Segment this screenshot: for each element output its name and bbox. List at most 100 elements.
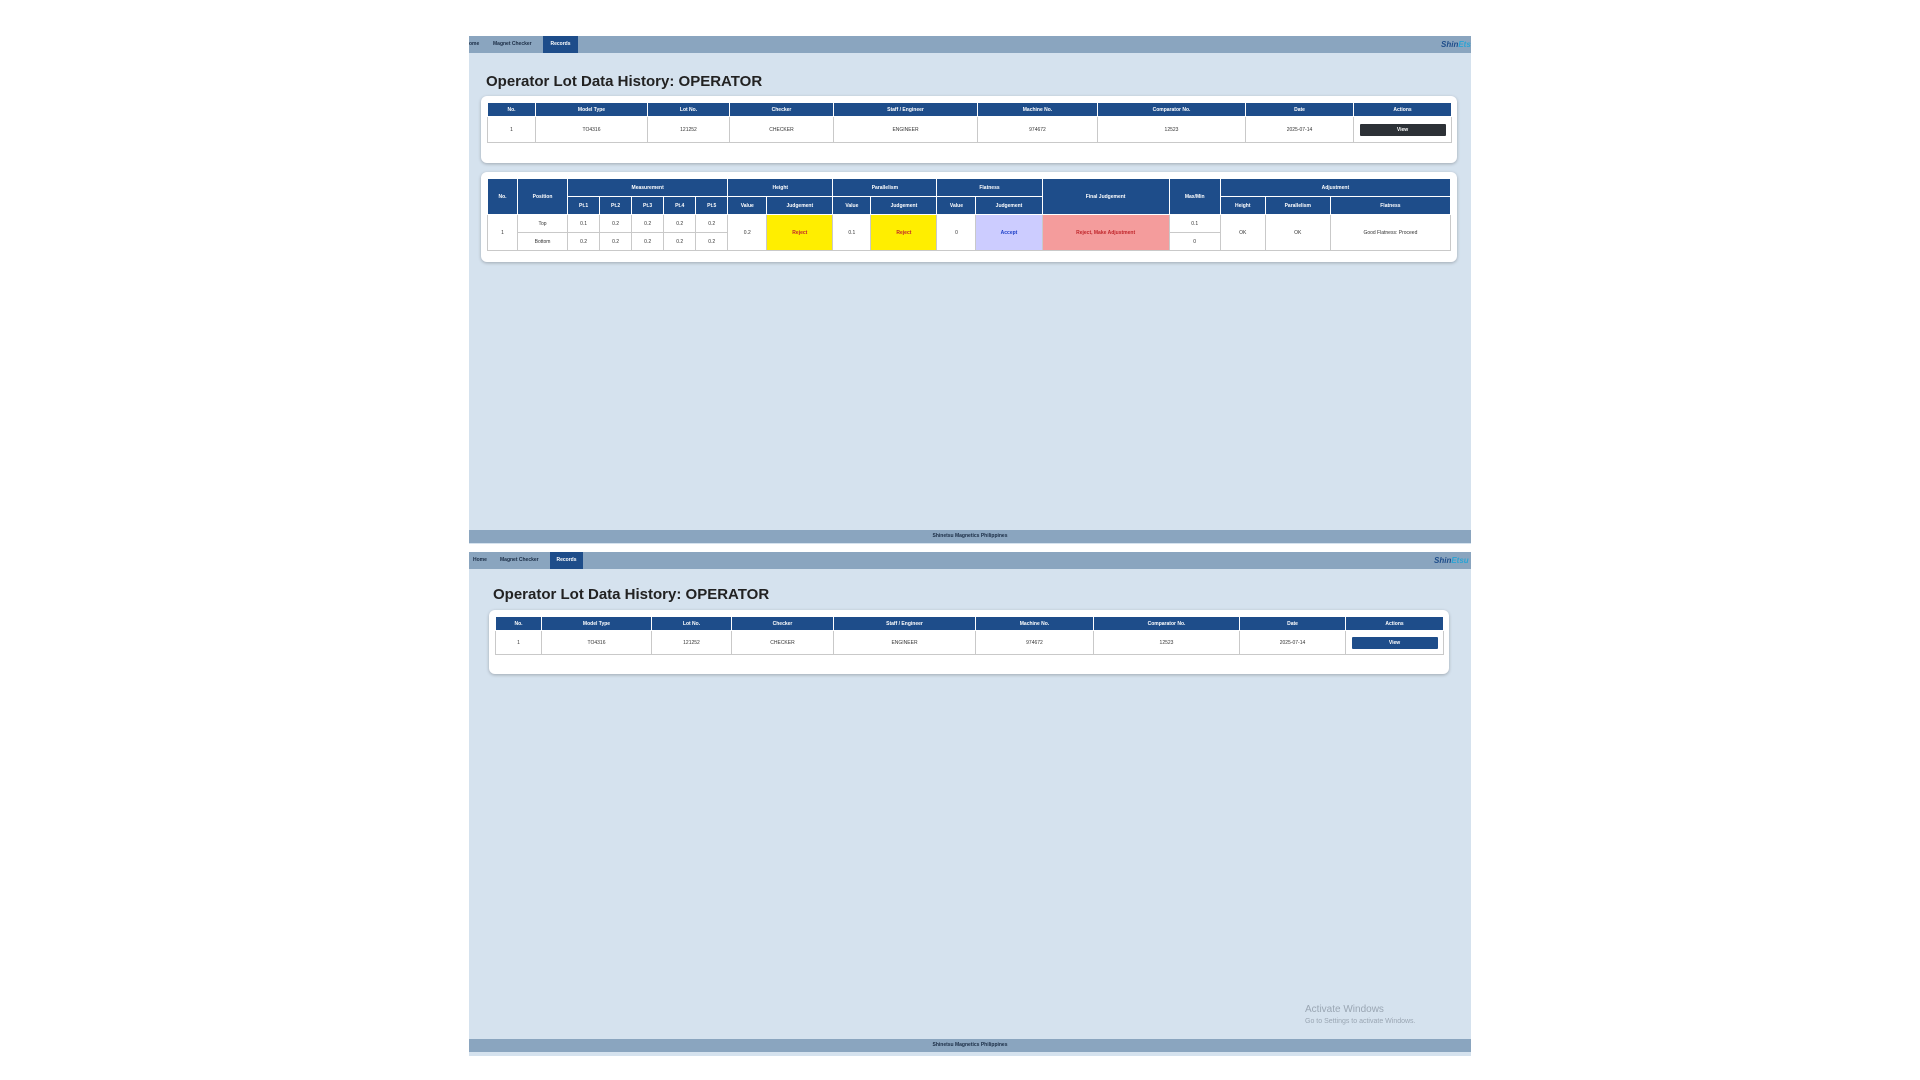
table-row: 1 TO4316 121252 CHECKER ENGINEER 974672 … xyxy=(487,116,1452,143)
cell-top-pt5: 0.2 xyxy=(695,214,729,233)
table-row-top: 1 Top 0.1 0.2 0.2 0.2 0.2 0.2 Reject 0.1… xyxy=(486,214,1452,251)
cell-height-judgement: Reject xyxy=(766,214,834,251)
nav-records[interactable]: Records xyxy=(550,552,583,569)
table-row: 1 TO4316 121252 CHECKER ENGINEER 974672 … xyxy=(495,630,1444,655)
cell-machine-no: 974672 xyxy=(977,116,1098,143)
cell-staff-engineer: ENGINEER xyxy=(833,116,978,143)
cell-comparator-no: 12523 xyxy=(1093,630,1240,655)
cell-date: 2025-07-14 xyxy=(1239,630,1346,655)
cell-adj-parallelism: OK xyxy=(1264,214,1331,251)
col-pt3: Pt.3 xyxy=(631,196,665,215)
col-adj-flatness: Flatness xyxy=(1329,196,1452,215)
cell-adj-flatness: Good Flatness: Proceed xyxy=(1329,214,1452,251)
lot-table-card: No. Model Type Lot No. Checker Staff / E… xyxy=(481,96,1457,163)
cell-top-pt3: 0.2 xyxy=(631,214,665,233)
cell-lot-no: 121252 xyxy=(647,116,730,143)
cell-no: 1 xyxy=(495,630,542,655)
cell-actions: View xyxy=(1345,630,1444,655)
col-staff-engineer: Staff / Engineer xyxy=(833,102,978,117)
cell-flatness-value: 0 xyxy=(936,214,977,251)
col-parallelism: Parallelism xyxy=(832,178,938,197)
col-parallelism-value: Value xyxy=(832,196,872,215)
col-adjustment: Adjustment xyxy=(1219,178,1452,197)
watermark-title: Activate Windows xyxy=(1305,1004,1384,1015)
col-height: Height xyxy=(727,178,834,197)
cell-position-top: Top xyxy=(517,214,569,233)
col-staff-engineer: Staff / Engineer xyxy=(833,616,976,631)
col-height-judgement: Judgement xyxy=(766,196,834,215)
nav-magnet-checker[interactable]: Magnet Checker xyxy=(500,552,550,569)
detail-table: No. Position Measurement Height Parallel… xyxy=(486,178,1452,251)
col-flatness: Flatness xyxy=(936,178,1043,197)
cell-no: 1 xyxy=(487,116,536,143)
col-no: No. xyxy=(487,102,536,117)
col-adj-parallelism: Parallelism xyxy=(1264,196,1331,215)
lot-table-card: No. Model Type Lot No. Checker Staff / E… xyxy=(489,610,1449,674)
view-button[interactable]: View xyxy=(1351,636,1438,649)
col-lot-no: Lot No. xyxy=(647,102,730,117)
col-adj-height: Height xyxy=(1219,196,1266,215)
nav-home[interactable]: ome xyxy=(469,36,485,53)
cell-no: 1 xyxy=(486,214,519,251)
col-no: No. xyxy=(495,616,542,631)
detail-table-card: No. Position Measurement Height Parallel… xyxy=(481,172,1457,262)
col-pt2: Pt.2 xyxy=(599,196,633,215)
page-title: Operator Lot Data History: OPERATOR xyxy=(486,73,763,90)
brand-logo-part1: Shin xyxy=(1441,40,1459,49)
nav-home[interactable]: Home xyxy=(473,552,495,569)
cell-flatness-judgement: Accept xyxy=(975,214,1043,251)
cell-top-pt2: 0.2 xyxy=(599,214,633,233)
brand-logo-part2: Etsu xyxy=(1451,556,1469,565)
nav-magnet-checker[interactable]: Magnet Checker xyxy=(493,36,543,53)
cell-parallelism-value: 0.1 xyxy=(832,214,872,251)
col-max-min: Max/Min xyxy=(1168,178,1221,215)
top-nav: Home Magnet Checker Records ShinEtsu xyxy=(469,552,1471,569)
cell-top-pt4: 0.2 xyxy=(663,214,697,233)
col-flatness-value: Value xyxy=(936,196,977,215)
brand-logo: ShinEtsu xyxy=(1441,36,1471,53)
brand-logo-part1: Shin xyxy=(1434,556,1452,565)
col-height-value: Value xyxy=(727,196,768,215)
view-button[interactable]: View xyxy=(1359,123,1446,136)
lot-table-header: No. Model Type Lot No. Checker Staff / E… xyxy=(487,102,1452,117)
col-position: Position xyxy=(517,178,569,215)
cell-adj-height: OK xyxy=(1219,214,1266,251)
col-no: No. xyxy=(486,178,519,215)
cell-position-bottom: Bottom xyxy=(517,232,569,251)
detail-header-sub: Pt.1 Pt.2 Pt.3 Pt.4 Pt.5 Value Judgement… xyxy=(488,196,1452,215)
col-comparator-no: Comparator No. xyxy=(1093,616,1240,631)
cell-staff-engineer: ENGINEER xyxy=(833,630,976,655)
cell-model-type: TO4316 xyxy=(535,116,648,143)
col-pt1: Pt.1 xyxy=(567,196,601,215)
cell-checker: CHECKER xyxy=(729,116,834,143)
footer: Shinetsu Magnetics Philippines xyxy=(469,1039,1471,1052)
cell-bottom-pt1: 0.2 xyxy=(567,232,601,251)
lot-table: No. Model Type Lot No. Checker Staff / E… xyxy=(495,616,1444,655)
cell-model-type: TO4316 xyxy=(541,630,652,655)
cell-bottom-pt5: 0.2 xyxy=(695,232,729,251)
footer: Shinetsu Magnetics Philippines xyxy=(469,530,1471,543)
nav-records[interactable]: Records xyxy=(543,36,578,53)
records-screen-2: Home Magnet Checker Records ShinEtsu Ope… xyxy=(469,552,1471,1056)
cell-max-min-bottom: 0 xyxy=(1168,232,1221,251)
records-screen-1: ome Magnet Checker Records ShinEtsu Oper… xyxy=(469,36,1471,544)
col-machine-no: Machine No. xyxy=(975,616,1094,631)
cell-lot-no: 121252 xyxy=(651,630,732,655)
col-measurement: Measurement xyxy=(567,178,729,197)
col-checker: Checker xyxy=(731,616,834,631)
watermark-subtitle: Go to Settings to activate Windows. xyxy=(1305,1018,1416,1025)
brand-logo: ShinEtsu xyxy=(1434,552,1469,569)
col-date: Date xyxy=(1245,102,1354,117)
cell-top-pt1: 0.1 xyxy=(567,214,601,233)
col-comparator-no: Comparator No. xyxy=(1097,102,1246,117)
lot-table: No. Model Type Lot No. Checker Staff / E… xyxy=(487,102,1452,143)
col-model-type: Model Type xyxy=(541,616,652,631)
col-lot-no: Lot No. xyxy=(651,616,732,631)
col-flatness-judgement: Judgement xyxy=(975,196,1043,215)
page-title: Operator Lot Data History: OPERATOR xyxy=(493,586,770,603)
cell-checker: CHECKER xyxy=(731,630,834,655)
brand-logo-part2: Etsu xyxy=(1458,40,1471,49)
cell-bottom-pt2: 0.2 xyxy=(599,232,633,251)
cell-max-min-top: 0.1 xyxy=(1168,214,1221,233)
cell-comparator-no: 12523 xyxy=(1097,116,1246,143)
